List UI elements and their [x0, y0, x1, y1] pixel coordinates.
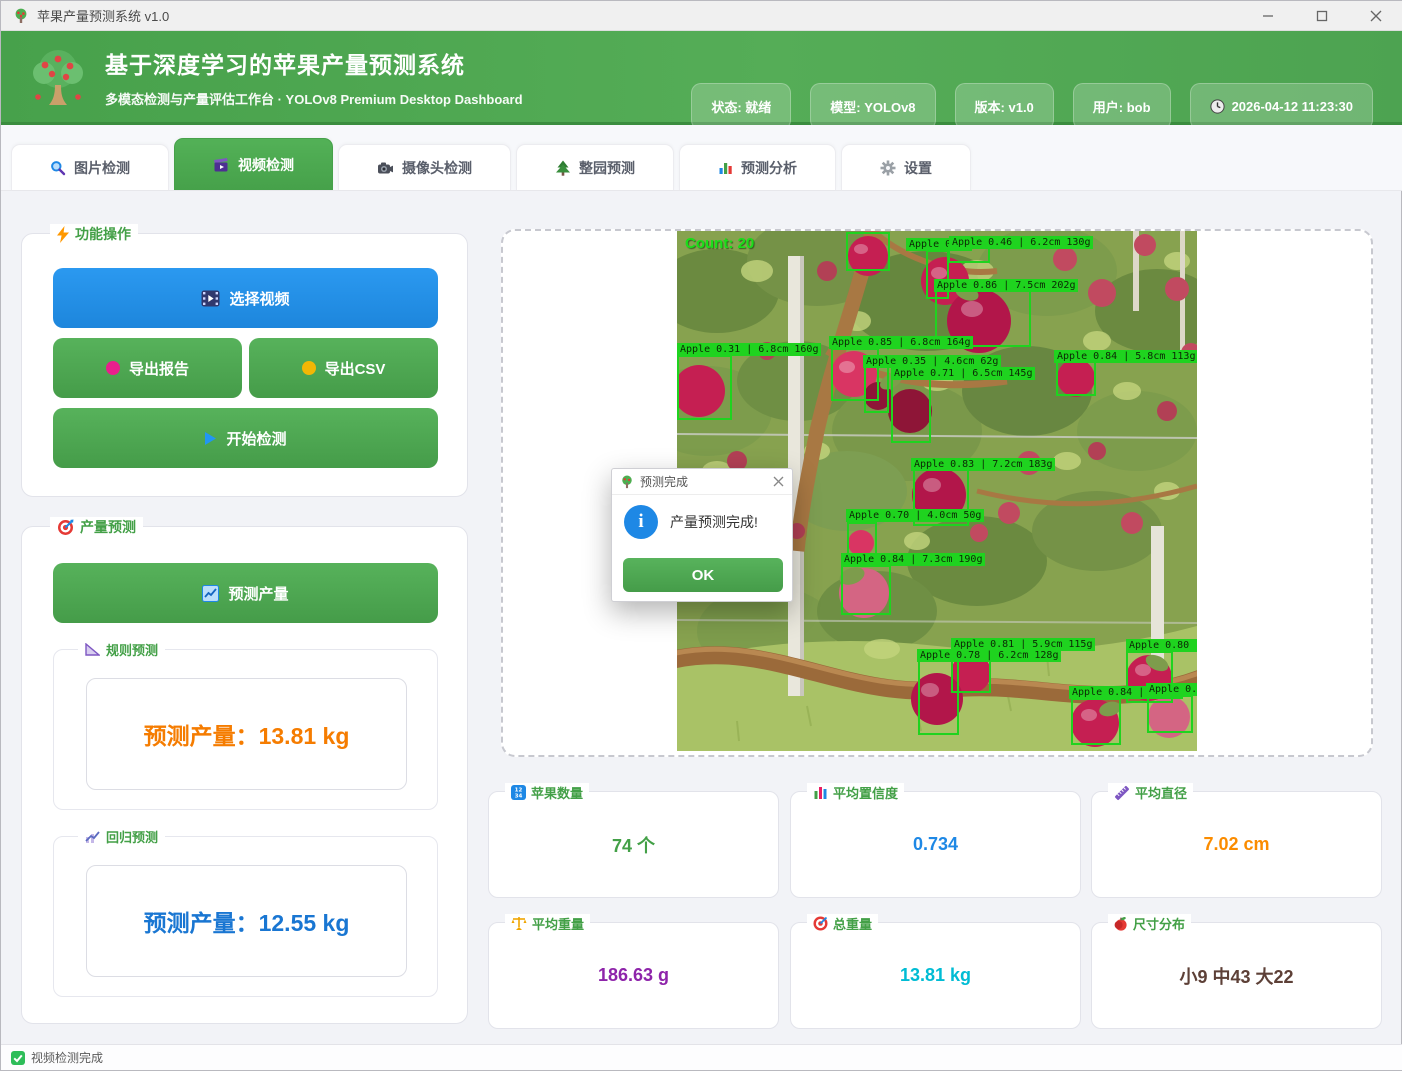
info-icon: i	[624, 505, 658, 539]
page-title: 基于深度学习的苹果产量预测系统	[105, 51, 465, 78]
stat-card-total-weight: 总重量 13.81 kg	[790, 914, 1081, 1029]
header-badges: 状态: 就绪 模型: YOLOv8 版本: v1.0 用户: bob 2026-…	[691, 83, 1373, 130]
stat-card-apple-count: 12 34 苹果数量 74 个	[488, 783, 779, 898]
detection-box	[1056, 361, 1096, 396]
regression-predict-group: 回归预测 预测产量：12.55 kg	[53, 827, 438, 997]
film-play-icon	[201, 290, 220, 307]
regression-predict-title: 回归预测	[78, 827, 166, 846]
app-logo-tree-icon	[29, 47, 87, 107]
yellow-dot-icon	[301, 361, 316, 375]
dialog-message: 产量预测完成!	[670, 514, 758, 530]
tab-camera-detect[interactable]: 摄像头检测	[338, 144, 511, 190]
detection-label: Apple 0.71 | 6.5cm 145g	[891, 367, 1036, 380]
close-icon[interactable]	[1349, 1, 1402, 31]
yield-group: 产量预测 预测产量 规则预测 预测产量：13.81 kg 回归预测 预测产量：1…	[21, 517, 468, 1024]
stat-value: 7.02 cm	[1203, 834, 1270, 854]
dialog-title: 预测完成	[640, 475, 689, 489]
camera-icon	[377, 160, 394, 176]
count-overlay: Count: 20	[685, 235, 755, 252]
triangle-ruler-icon	[85, 643, 100, 656]
yield-group-title: 产量预测	[50, 517, 143, 537]
export-report-button[interactable]: 导出报告	[53, 338, 242, 398]
tab-bar: 图片检测 视频检测 摄像头检测 整园预测 预测分析 设置	[1, 125, 1402, 191]
stat-value: 186.63 g	[597, 965, 670, 985]
detection-label: Apple 0.80 | 6.6cm	[1126, 639, 1197, 652]
detection-box	[1147, 695, 1193, 733]
detection-box	[1071, 698, 1121, 745]
tree-icon	[555, 160, 571, 176]
stat-card-avg-confidence: 平均置信度 0.734	[790, 783, 1081, 898]
maximize-icon[interactable]	[1295, 1, 1349, 31]
detection-label: Apple 0.83 | 7.2cm 183g	[911, 458, 1056, 471]
select-video-button[interactable]: 选择视频	[53, 268, 438, 328]
export-csv-button[interactable]: 导出CSV	[249, 338, 438, 398]
detection-box	[846, 232, 890, 271]
detection-box	[677, 355, 732, 420]
tab-image-detect[interactable]: 图片检测	[11, 144, 169, 190]
rule-predict-group: 规则预测 预测产量：13.81 kg	[53, 640, 438, 810]
ok-button[interactable]: OK	[623, 558, 783, 592]
search-icon	[50, 160, 66, 176]
stat-card-avg-weight: 平均重量 186.63 g	[488, 914, 779, 1029]
tab-video-detect[interactable]: 视频检测	[174, 138, 333, 190]
actions-group-title: 功能操作	[50, 224, 138, 244]
window-title: 苹果产量预测系统 v1.0	[37, 9, 170, 24]
dialog-titlebar: 预测完成	[612, 469, 792, 495]
gear-icon	[880, 160, 896, 176]
minimize-icon[interactable]	[1241, 1, 1295, 31]
status-text: 视频检测完成	[31, 1051, 104, 1065]
model-badge: 模型: YOLOv8	[810, 83, 936, 130]
stat-value: 小9 中43 大22	[1179, 966, 1294, 987]
lightning-icon	[57, 225, 69, 243]
status-bar: 视频检测完成	[1, 1044, 1402, 1070]
dialog-close-icon[interactable]	[773, 476, 784, 487]
check-icon	[11, 1050, 25, 1065]
rule-predict-value: 预测产量：13.81 kg	[86, 678, 407, 790]
trend-chart-icon	[85, 830, 100, 844]
movie-clapper-icon	[213, 157, 230, 173]
tab-settings[interactable]: 设置	[841, 144, 971, 190]
version-badge: 版本: v1.0	[954, 83, 1054, 130]
stat-card-size-distribution: 尺寸分布 小9 中43 大22	[1091, 914, 1382, 1029]
detection-label: Apple 0.70 | 4.0cm 50g	[846, 509, 985, 522]
detection-label: Apple 0.46 | 6.2cm 130g	[949, 236, 1094, 249]
detection-label: Apple 0.31 | 6.8cm 160g	[677, 343, 822, 356]
stat-value: 0.734	[912, 834, 959, 854]
time-badge: 2026-04-12 11:23:30	[1189, 83, 1373, 130]
dialog-tree-icon	[620, 475, 634, 489]
stat-card-avg-diameter: 平均直径 7.02 cm	[1091, 783, 1382, 898]
user-badge: 用户: bob	[1072, 83, 1171, 130]
page-subtitle: 多模态检测与产量评估工作台 · YOLOv8 Premium Desktop D…	[105, 91, 523, 107]
detection-box	[864, 366, 889, 413]
line-chart-icon	[202, 584, 220, 602]
detection-label: Apple 0.78 | 6.2cm 128g	[917, 649, 1062, 662]
tab-analysis[interactable]: 预测分析	[679, 144, 836, 190]
predict-yield-button[interactable]: 预测产量	[53, 563, 438, 623]
pink-dot-icon	[105, 361, 120, 375]
detection-label: Apple 0.86 | 7.5cm 202g	[934, 279, 1079, 292]
app-header: 基于深度学习的苹果产量预测系统 多模态检测与产量评估工作台 · YOLOv8 P…	[1, 31, 1402, 130]
actions-group: 功能操作 选择视频 导出报告 导出CSV 开始检测	[21, 224, 468, 497]
tab-orchard-predict[interactable]: 整园预测	[516, 144, 674, 190]
detection-box	[841, 565, 891, 615]
bar-chart-icon	[718, 160, 733, 175]
detection-label: Apple 0.80 |	[1146, 683, 1197, 696]
status-badge: 状态: 就绪	[691, 83, 792, 130]
title-bar: 苹果产量预测系统 v1.0	[1, 1, 1402, 31]
start-detect-button[interactable]: 开始检测	[53, 408, 438, 468]
target-dart-icon	[57, 519, 74, 536]
play-icon	[204, 431, 217, 446]
stat-value: 74 个	[611, 835, 656, 856]
detection-label: Apple 0.85 | 6.8cm 164g	[829, 336, 974, 349]
detection-box	[891, 378, 931, 443]
detection-box	[918, 658, 959, 735]
clock-icon	[1209, 99, 1225, 114]
detection-label: Apple 0.84 | 5.8cm 113g	[1054, 350, 1197, 363]
prediction-complete-dialog: 预测完成 i 产量预测完成! OK	[611, 468, 793, 602]
stat-value: 13.81 kg	[899, 965, 972, 985]
app-tree-icon	[13, 8, 29, 24]
detection-label: Apple 0.84 | 7.3cm 190g	[841, 553, 986, 566]
regression-predict-value: 预测产量：12.55 kg	[86, 865, 407, 977]
rule-predict-title: 规则预测	[78, 640, 166, 659]
